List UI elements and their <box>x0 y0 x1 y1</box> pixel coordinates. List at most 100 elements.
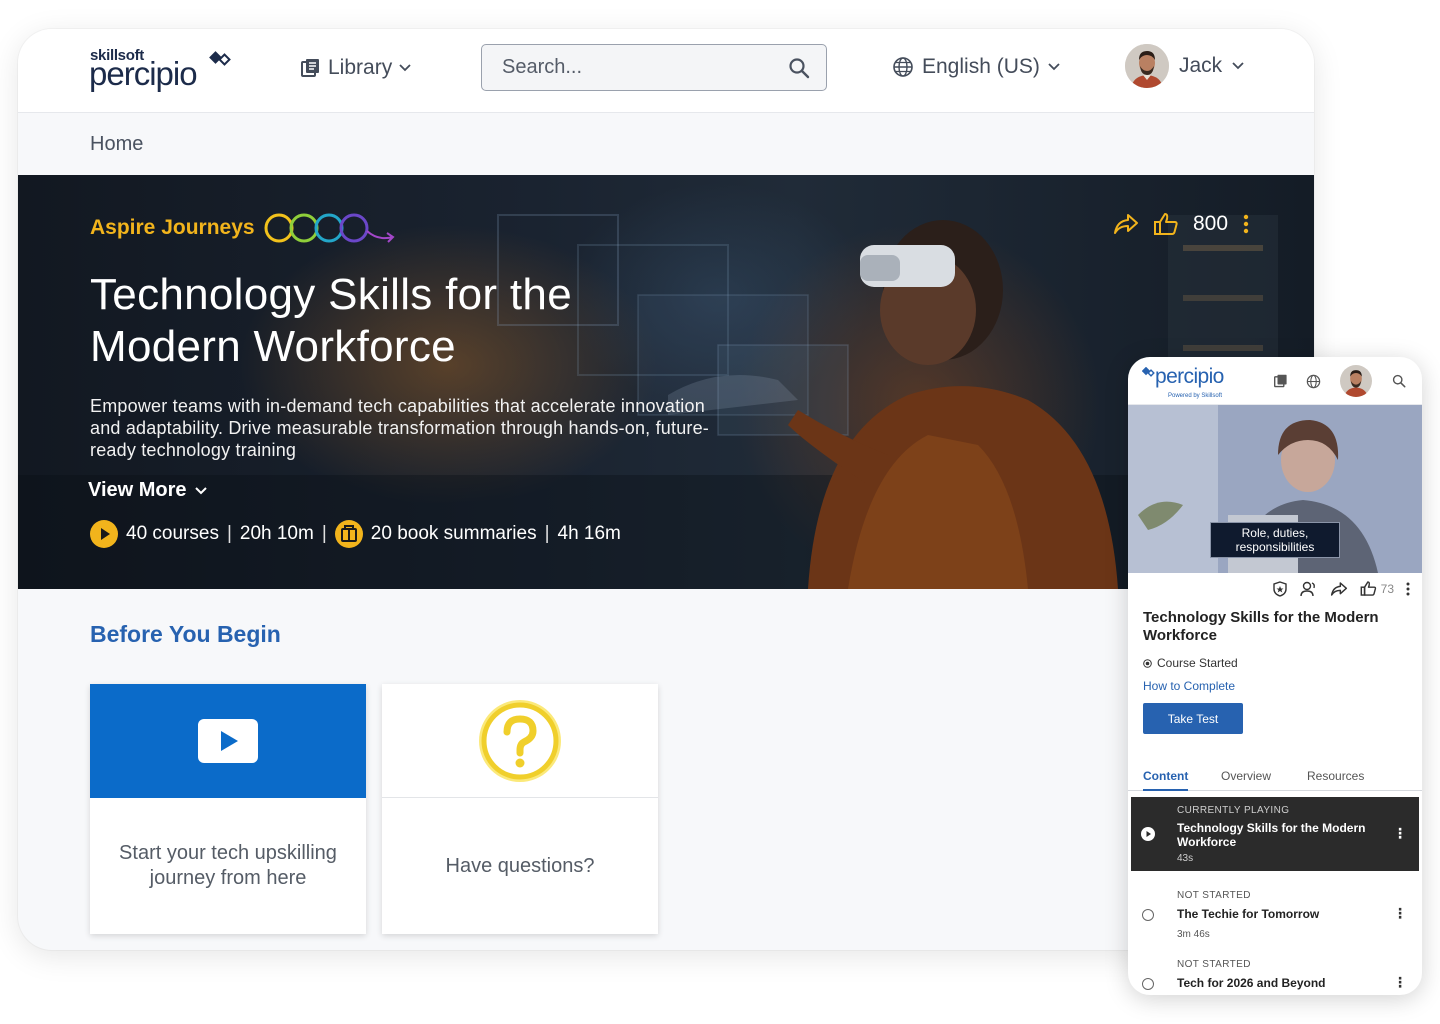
library-icon <box>301 59 319 77</box>
mobile-video-player[interactable]: Role, duties, responsibilities <box>1128 405 1422 573</box>
language-selector[interactable]: English (US) <box>892 55 1060 79</box>
aspire-rings-icon <box>264 213 395 243</box>
aspire-journeys-label: Aspire Journeys <box>90 216 255 239</box>
mobile-tabs: Content Overview Resources <box>1128 763 1422 791</box>
top-navigation-bar: skillsoft percipio Library Search... Eng… <box>18 29 1314 113</box>
language-label: English (US) <box>922 55 1040 78</box>
badge-icon[interactable] <box>1272 580 1288 597</box>
globe-icon[interactable] <box>1306 374 1321 389</box>
more-options-icon[interactable] <box>1406 582 1410 596</box>
search-icon[interactable] <box>1392 374 1406 388</box>
journey-stats: 40 courses | 20h 10m | 20 book summaries… <box>90 520 730 548</box>
start-journey-card[interactable]: Start your tech upskilling journey from … <box>90 684 366 934</box>
more-options-icon[interactable]: ⋮ <box>1393 905 1407 922</box>
playlist-item[interactable]: NOT STARTED Tech for 2026 and Beyond ⋮ <box>1131 956 1419 995</box>
mobile-like-group[interactable]: 73 <box>1360 580 1394 597</box>
mobile-logo-text: percipio <box>1155 365 1224 388</box>
library-label: Library <box>328 56 393 79</box>
take-test-button[interactable]: Take Test <box>1143 703 1243 734</box>
hero-actions: 800 <box>1113 211 1250 237</box>
book-summary-icon <box>334 520 363 548</box>
item-duration: 3m 46s <box>1177 929 1210 940</box>
person-with-vr-headset-image <box>788 220 1118 589</box>
play-circle-icon <box>90 520 118 548</box>
playlist-item[interactable]: NOT STARTED The Techie for Tomorrow 3m 4… <box>1131 887 1419 949</box>
course-status-label: Course Started <box>1157 656 1238 670</box>
breadcrumb[interactable]: Home <box>90 133 143 156</box>
more-options-icon[interactable]: ⋮ <box>1393 825 1407 842</box>
more-options-icon[interactable]: ⋮ <box>1393 974 1407 991</box>
search-bar <box>481 44 827 91</box>
video-play-icon <box>198 719 258 763</box>
hero-description: Empower teams with in-demand tech capabi… <box>90 396 710 460</box>
not-started-radio-icon <box>1142 909 1154 921</box>
question-mark-icon <box>479 699 561 782</box>
chevron-down-icon <box>399 64 411 72</box>
aspire-journeys-badge: Aspire Journeys <box>90 211 730 245</box>
view-more-button[interactable]: View More <box>88 479 730 502</box>
logo-diamonds-icon <box>209 51 231 66</box>
search-input[interactable] <box>502 56 788 79</box>
chevron-down-icon <box>1048 63 1060 71</box>
library-icon[interactable] <box>1274 374 1288 388</box>
desktop-window: skillsoft percipio Library Search... Eng… <box>18 29 1314 950</box>
card-media <box>90 684 366 798</box>
hero-title: Technology Skills for the Modern Workfor… <box>90 270 572 371</box>
mobile-course-title: Technology Skills for the Modern Workfor… <box>1143 609 1379 644</box>
stats-divider: | <box>544 523 550 544</box>
before-you-begin-title: Before You Begin <box>90 621 281 647</box>
tab-resources[interactable]: Resources <box>1307 769 1364 783</box>
view-more-label: View More <box>88 479 187 501</box>
mobile-header: percipio Powered by Skillsoft <box>1128 357 1422 405</box>
item-title: Technology Skills for the Modern Workfor… <box>1177 821 1366 849</box>
assign-users-icon[interactable] <box>1299 581 1318 597</box>
logo-percipio-text: percipio <box>89 55 198 92</box>
share-icon[interactable] <box>1330 581 1348 597</box>
status-started-icon <box>1143 658 1152 668</box>
item-state: NOT STARTED <box>1177 959 1251 970</box>
currently-playing-item[interactable]: CURRENTLY PLAYING Technology Skills for … <box>1131 797 1419 871</box>
item-title: Tech for 2026 and Beyond <box>1177 976 1326 990</box>
have-questions-card[interactable]: Have questions? <box>382 684 658 934</box>
likes-count: 800 <box>1193 212 1229 235</box>
card-text: Start your tech upskilling journey from … <box>119 842 337 889</box>
item-state: CURRENTLY PLAYING <box>1177 805 1290 816</box>
stats-divider: | <box>321 523 327 544</box>
how-to-complete-link[interactable]: How to Complete <box>1143 679 1235 693</box>
avatar <box>1125 44 1169 88</box>
mobile-actions: 73 <box>1272 580 1410 597</box>
mobile-likes-count: 73 <box>1380 581 1394 596</box>
item-duration: 43s <box>1177 853 1194 864</box>
percipio-logo[interactable]: skillsoft percipio <box>89 47 239 97</box>
item-state: NOT STARTED <box>1177 890 1251 901</box>
more-options-icon[interactable] <box>1242 213 1250 235</box>
mobile-preview: percipio Powered by Skillsoft Role, duti… <box>1128 357 1422 995</box>
video-caption: Role, duties, responsibilities <box>1210 522 1340 558</box>
play-circle-icon <box>1141 827 1155 841</box>
search-icon[interactable] <box>788 57 810 79</box>
chevron-down-icon <box>1232 62 1244 70</box>
thumbs-up-icon[interactable] <box>1153 211 1179 237</box>
courses-count: 40 courses <box>126 523 219 544</box>
user-name: Jack <box>1179 54 1223 77</box>
course-status: Course Started <box>1143 656 1238 670</box>
card-text: Have questions? <box>445 854 595 877</box>
chevron-down-icon <box>194 486 207 494</box>
stats-divider: | <box>226 523 232 544</box>
thumbs-up-icon <box>1360 581 1376 596</box>
library-menu[interactable]: Library <box>301 55 411 81</box>
avatar[interactable] <box>1340 365 1372 397</box>
hero-banner: Aspire Journeys Technology Skills for th… <box>18 175 1314 589</box>
card-media <box>382 684 658 798</box>
tab-content[interactable]: Content <box>1143 769 1189 791</box>
globe-icon <box>893 57 913 77</box>
share-icon[interactable] <box>1113 212 1139 236</box>
hero-content: Aspire Journeys Technology Skills for th… <box>88 211 730 548</box>
tab-overview[interactable]: Overview <box>1221 769 1271 783</box>
book-summaries-duration: 4h 16m <box>557 523 621 544</box>
logo-diamonds-icon <box>1142 367 1155 377</box>
not-started-radio-icon <box>1142 978 1154 990</box>
book-summaries-count: 20 book summaries <box>370 523 537 544</box>
user-menu[interactable]: Jack <box>1125 44 1244 88</box>
mobile-logo-subtext: Powered by Skillsoft <box>1168 393 1223 399</box>
